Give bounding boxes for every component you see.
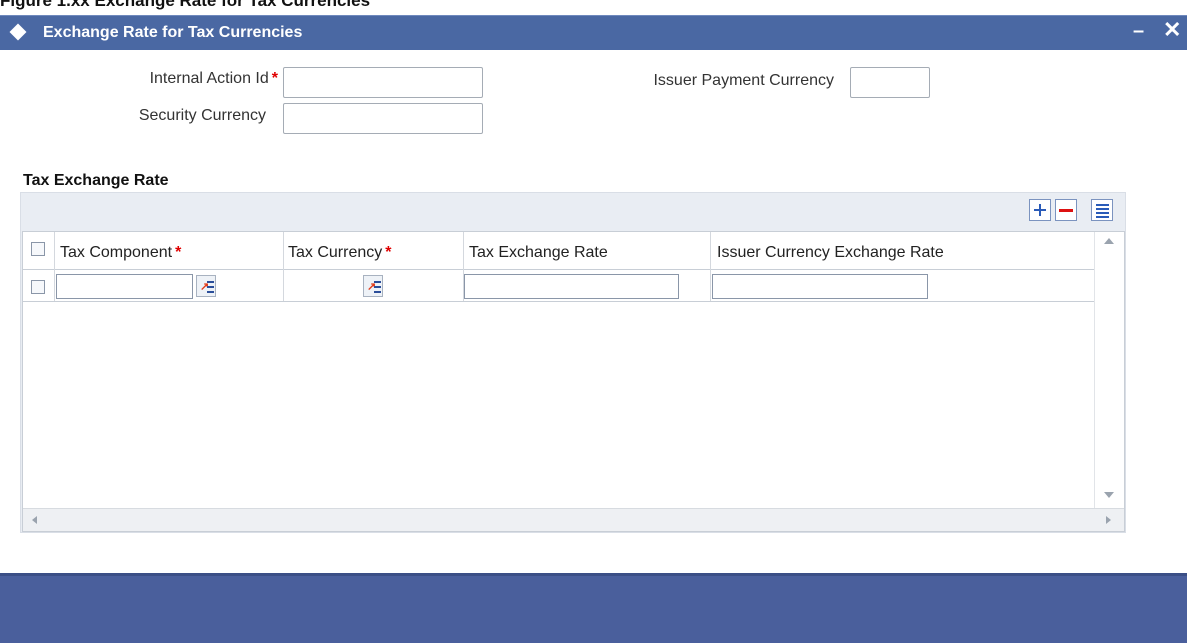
tax-currency-lov-button[interactable]: ↗ xyxy=(363,275,383,297)
section-title: Tax Exchange Rate xyxy=(23,172,169,189)
window-title-bar: Exchange Rate for Tax Currencies – ✕ xyxy=(0,15,1187,50)
figure-caption: Figure 1.xx Exchange Rate for Tax Curren… xyxy=(0,0,371,10)
vertical-scrollbar[interactable] xyxy=(1094,232,1124,508)
grid-header: Tax Component * Tax Currency * Tax Exchang… xyxy=(23,232,1096,270)
minimize-button[interactable]: – xyxy=(1133,20,1144,43)
tax-exchange-rate-grid: Tax Component * Tax Currency * Tax Exchang… xyxy=(22,231,1125,532)
internal-action-id-input[interactable] xyxy=(283,67,483,98)
horizontal-scrollbar[interactable] xyxy=(23,508,1124,531)
delete-row-button[interactable] xyxy=(1055,199,1077,221)
footer-bar xyxy=(0,573,1187,643)
tax-exchange-rate-input[interactable] xyxy=(464,274,679,299)
issuer-payment-currency-input[interactable] xyxy=(850,67,930,98)
column-header-tax-component: Tax Component * xyxy=(60,244,182,261)
scroll-right-icon[interactable] xyxy=(1106,516,1111,524)
column-header-tax-exchange-rate: Tax Exchange Rate xyxy=(469,244,608,261)
scroll-down-icon[interactable] xyxy=(1104,492,1114,498)
single-view-button[interactable] xyxy=(1091,199,1113,221)
issuer-currency-exchange-rate-input[interactable] xyxy=(712,274,928,299)
tax-component-lov-button[interactable]: ↗ xyxy=(196,275,216,297)
column-header-issuer-currency-exchange-rate: Issuer Currency Exchange Rate xyxy=(717,244,944,261)
close-button[interactable]: ✕ xyxy=(1163,17,1181,43)
scroll-up-icon[interactable] xyxy=(1104,238,1114,244)
security-currency-label: Security Currency xyxy=(138,107,266,124)
internal-action-id-label: Internal Action Id * xyxy=(149,70,278,87)
issuer-payment-currency-label: Issuer Payment Currency xyxy=(653,72,834,89)
scroll-left-icon[interactable] xyxy=(32,516,37,524)
required-marker: * xyxy=(271,70,278,87)
diamond-icon xyxy=(9,23,27,41)
column-separator xyxy=(54,232,55,302)
window-title: Exchange Rate for Tax Currencies xyxy=(43,24,303,41)
select-all-checkbox[interactable] xyxy=(31,242,45,256)
tax-component-input[interactable] xyxy=(56,274,193,299)
row-divider xyxy=(23,301,1096,302)
add-row-button[interactable] xyxy=(1029,199,1051,221)
column-header-tax-currency: Tax Currency * xyxy=(288,244,392,261)
column-separator xyxy=(283,232,284,302)
column-separator xyxy=(710,232,711,302)
security-currency-input[interactable] xyxy=(283,103,483,134)
row-select-checkbox[interactable] xyxy=(31,280,45,294)
